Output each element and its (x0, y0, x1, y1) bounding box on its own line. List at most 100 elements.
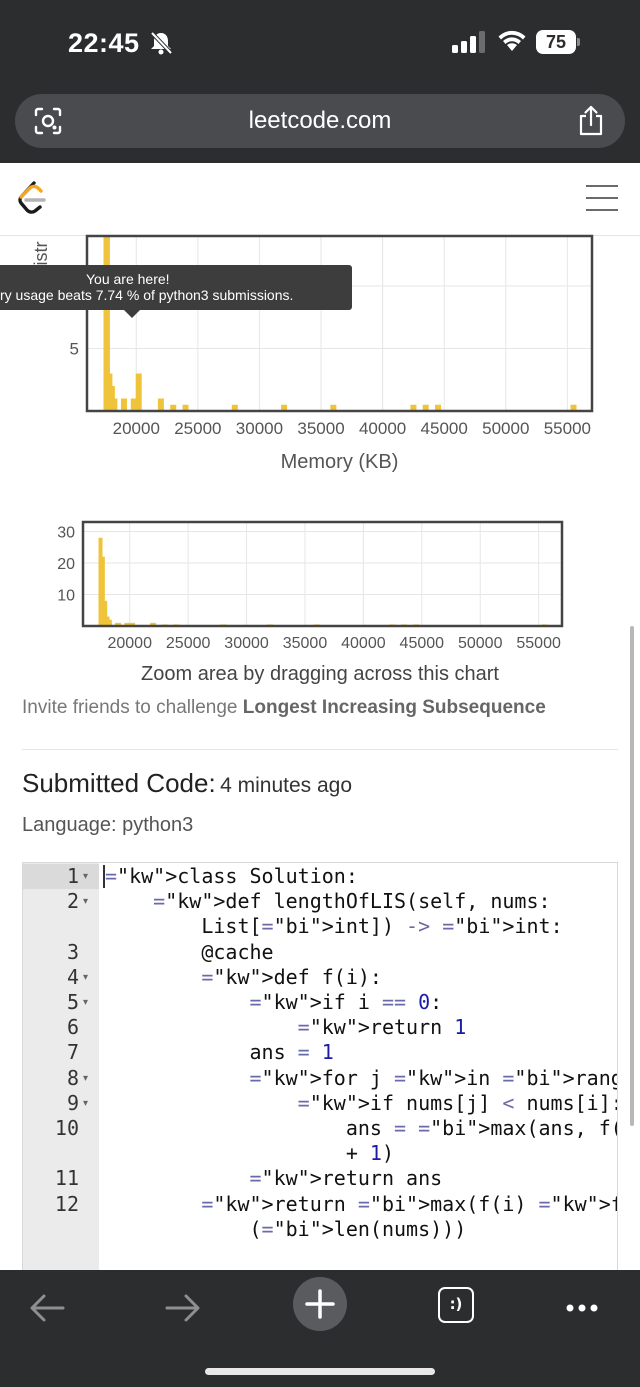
memory-bar (281, 404, 288, 411)
code-line[interactable]: ="kw">def f(i): (105, 965, 382, 989)
invite-problem-link[interactable]: Longest Increasing Subsequence (243, 697, 546, 718)
memory-bar (103, 236, 108, 411)
line-number: 7 (66, 1040, 79, 1065)
wifi-icon (498, 30, 526, 51)
tab-switcher-label: :) (449, 1295, 463, 1313)
code-line[interactable]: ="kw">return 1 (105, 1015, 467, 1039)
y-tick-label: 30 (57, 524, 75, 541)
y-tick-label: 5 (70, 340, 79, 359)
memory-bar (115, 622, 122, 626)
memory-bar (150, 622, 157, 626)
memory-bar (98, 537, 103, 626)
memory-bar (107, 619, 112, 626)
memory-bar (170, 404, 177, 411)
fold-toggle-icon[interactable]: ▾ (83, 1098, 88, 1109)
fold-toggle-icon[interactable]: ▾ (83, 896, 88, 907)
memory-bar (435, 404, 442, 411)
url-text[interactable]: leetcode.com (15, 94, 625, 148)
bell-muted-icon (150, 31, 173, 55)
memory-bar (108, 373, 113, 411)
x-tick-label: 55000 (516, 635, 561, 652)
line-number: 9 (66, 1090, 79, 1115)
x-tick-label: 20000 (107, 635, 152, 652)
x-tick-label: 50000 (458, 635, 503, 652)
memory-bar (103, 600, 108, 626)
fold-toggle-icon[interactable]: ▾ (83, 1073, 88, 1084)
code-line[interactable]: ans = 1 (105, 1040, 333, 1064)
code-line[interactable]: ="kw">return ans (105, 1166, 443, 1190)
x-tick-label: 45000 (421, 419, 468, 438)
x-tick-label: 35000 (283, 635, 328, 652)
you-are-here-tooltip: You are here! ry usage beats 7.74 % of p… (0, 265, 352, 318)
forward-arrow-icon[interactable] (161, 1286, 205, 1330)
line-number: 1 (66, 864, 79, 888)
home-indicator (205, 1368, 435, 1375)
code-line[interactable]: ="kw">if nums[j] < nums[i]: (105, 1091, 617, 1115)
code-line[interactable]: + 1) (105, 1141, 394, 1165)
code-line[interactable]: ="kw">def lengthOfLIS(self, nums: (105, 889, 550, 913)
line-number: 10 (54, 1116, 79, 1140)
memory-bar (113, 398, 118, 411)
memory-bar (313, 624, 320, 626)
line-number: 5 (66, 990, 79, 1014)
line-number: 6 (66, 1015, 79, 1040)
x-tick-label: 50000 (482, 419, 529, 438)
x-tick-label: 20000 (113, 419, 160, 438)
code-line[interactable]: ="kw">class Solution: (105, 864, 358, 888)
invite-text: Invite friends to challenge Longest Incr… (22, 697, 546, 719)
x-axis-title: Memory (KB) (281, 451, 399, 473)
code-editor[interactable]: ="kw">class Solution: ="kw">def lengthOf… (22, 862, 618, 1282)
memory-bar (100, 556, 105, 626)
menu-hamburger-icon[interactable] (586, 185, 618, 211)
code-line[interactable]: List[="bi">int]) -> ="bi">int: (105, 914, 562, 938)
back-arrow-icon[interactable] (25, 1286, 69, 1330)
leetcode-logo-icon[interactable] (15, 180, 49, 218)
more-dots-icon[interactable] (560, 1286, 604, 1330)
memory-bar (231, 404, 238, 411)
memory-bar (570, 404, 577, 411)
status-time: 22:45 (68, 28, 140, 58)
address-bar[interactable]: leetcode.com (15, 94, 625, 148)
memory-bar (124, 622, 131, 626)
code-line[interactable]: @cache (105, 940, 273, 964)
code-line[interactable]: ="kw">return ="bi">max(f(i) ="kw">for i … (105, 1192, 617, 1216)
battery-level: 75 (536, 30, 576, 54)
battery-indicator: 75 (536, 30, 580, 54)
fold-toggle-icon[interactable]: ▾ (83, 997, 88, 1008)
memory-bar (389, 624, 396, 626)
code-line[interactable]: ans = ="bi">max(ans, f(j) (105, 1116, 617, 1140)
share-icon[interactable] (576, 105, 606, 137)
memory-bar (220, 624, 227, 626)
x-tick-label: 25000 (174, 419, 221, 438)
y-tick-label: 10 (57, 587, 75, 604)
memory-bar (120, 398, 127, 411)
invite-prefix: Invite friends to challenge (22, 697, 243, 718)
y-tick-label: 20 (57, 556, 75, 573)
memory-bar (266, 624, 273, 626)
submitted-code-heading: Submitted Code: 4 minutes ago (22, 768, 352, 799)
tooltip-title: You are here! (86, 271, 170, 287)
fold-toggle-icon[interactable]: ▾ (83, 972, 88, 983)
memory-bar (161, 624, 168, 626)
code-line[interactable]: (="bi">len(nums))) (105, 1217, 466, 1241)
new-tab-plus-icon[interactable] (292, 1276, 348, 1332)
language-label: Language: python3 (22, 814, 194, 836)
memory-bar (173, 624, 180, 626)
x-tick-label: 25000 (166, 635, 211, 652)
submitted-title: Submitted Code: (22, 768, 216, 798)
memory-bar (541, 624, 548, 626)
page-scrollbar[interactable] (630, 626, 634, 1126)
line-number: 12 (54, 1191, 79, 1216)
cellular-signal-icon (452, 31, 485, 53)
browser-toolbar: :) (0, 1270, 640, 1387)
memory-bar (422, 404, 429, 411)
memory-bar (130, 398, 137, 411)
memory-bar (129, 622, 136, 626)
tab-switcher-icon[interactable]: :) (438, 1287, 474, 1323)
browser-chrome: 22:45 75 leetcode.com (0, 0, 640, 163)
x-tick-label: 35000 (297, 419, 344, 438)
fold-toggle-icon[interactable]: ▾ (83, 871, 88, 882)
line-number: 8 (66, 1065, 79, 1090)
code-line[interactable]: ="kw">for j ="kw">in ="bi">range(i): (105, 1066, 618, 1090)
code-line[interactable]: ="kw">if i == 0: (105, 990, 443, 1014)
